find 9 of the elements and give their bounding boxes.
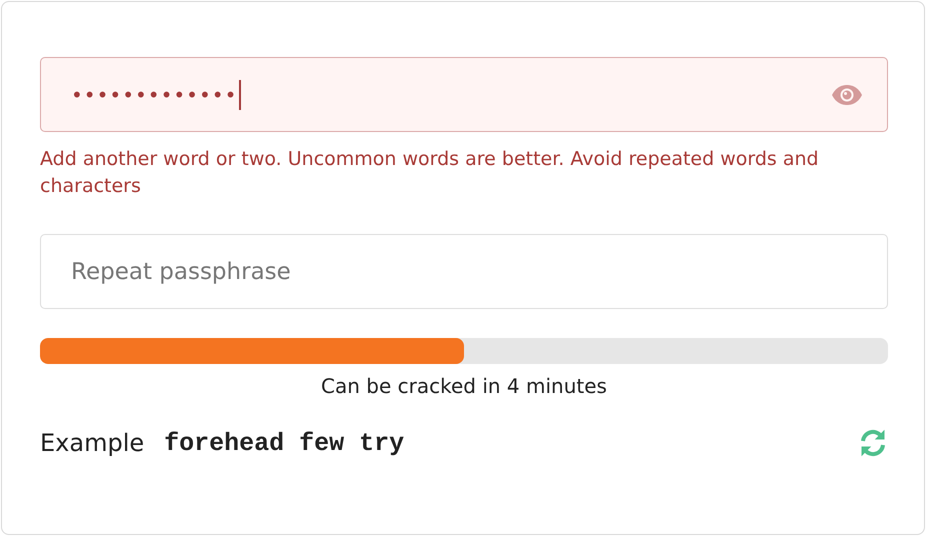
repeat-passphrase-field[interactable]: Repeat passphrase: [40, 234, 888, 309]
example-label: Example: [40, 429, 144, 457]
eye-icon[interactable]: [831, 84, 863, 106]
passphrase-field[interactable]: •••••••••••••: [40, 57, 888, 132]
crack-time-label: Can be cracked in 4 minutes: [321, 374, 607, 398]
refresh-icon: [858, 428, 888, 458]
error-message: Add another word or two. Uncommon words are better. Avoid repeated words and characters: [40, 147, 820, 199]
refresh-button[interactable]: [858, 428, 888, 458]
example-phrase: forehead few try: [164, 428, 404, 458]
